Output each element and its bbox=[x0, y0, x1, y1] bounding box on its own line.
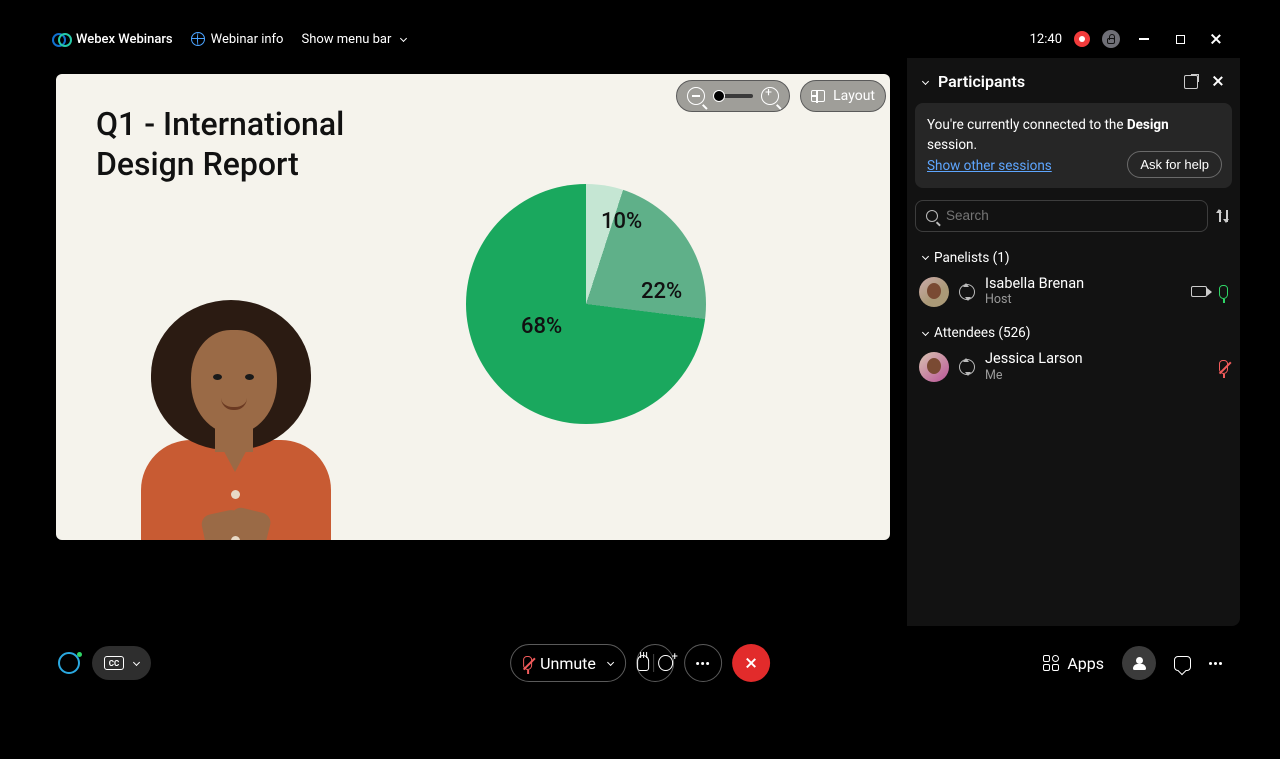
leave-meeting-button[interactable] bbox=[732, 644, 770, 682]
participant-name: Jessica Larson bbox=[985, 351, 1083, 368]
app-name: Webex Webinars bbox=[76, 32, 173, 47]
titlebar: Webex Webinars Webinar info Show menu ba… bbox=[40, 20, 1240, 58]
chevron-down-icon[interactable] bbox=[922, 78, 929, 85]
session-notice: You're currently connected to the Design… bbox=[915, 103, 1232, 188]
participant-role: Me bbox=[985, 368, 1083, 383]
unmute-label: Unmute bbox=[540, 654, 596, 673]
notice-session: Design bbox=[1127, 117, 1169, 133]
notice-suffix: session. bbox=[927, 137, 977, 153]
app-window: Webex Webinars Webinar info Show menu ba… bbox=[40, 20, 1240, 700]
window-minimize-button[interactable] bbox=[1132, 27, 1156, 51]
panelists-label: Panelists (1) bbox=[934, 250, 1010, 266]
apps-label: Apps bbox=[1067, 654, 1104, 673]
recording-indicator-icon[interactable] bbox=[1074, 31, 1090, 47]
zoom-slider[interactable] bbox=[713, 94, 753, 98]
raise-hand-button[interactable]: + bbox=[636, 644, 674, 682]
chevron-down-icon bbox=[400, 34, 407, 41]
mic-on-icon[interactable] bbox=[1219, 285, 1228, 299]
avatar bbox=[919, 277, 949, 307]
webinar-info-button[interactable]: Webinar info bbox=[191, 32, 284, 47]
panel-more-button[interactable] bbox=[1209, 662, 1222, 665]
layout-icon bbox=[811, 90, 825, 102]
layout-button[interactable]: Layout bbox=[800, 80, 886, 112]
zoom-in-icon[interactable] bbox=[761, 87, 779, 105]
participant-row[interactable]: Isabella Brenan Host bbox=[915, 270, 1232, 314]
search-input-wrapper[interactable] bbox=[915, 200, 1208, 232]
pie-label-0: 10% bbox=[601, 209, 642, 234]
participants-panel: Participants You're currently connected … bbox=[906, 58, 1240, 626]
sync-icon bbox=[959, 284, 975, 300]
pie-label-2: 68% bbox=[521, 314, 562, 339]
webinar-info-label: Webinar info bbox=[211, 32, 284, 47]
popout-icon[interactable] bbox=[1184, 75, 1198, 89]
sync-icon bbox=[959, 359, 975, 375]
window-maximize-button[interactable] bbox=[1168, 27, 1192, 51]
chevron-down-icon bbox=[133, 658, 140, 665]
close-icon bbox=[1210, 33, 1222, 45]
layout-label: Layout bbox=[833, 88, 875, 104]
attendees-group-header[interactable]: Attendees (526) bbox=[915, 321, 1232, 345]
participants-button[interactable] bbox=[1122, 646, 1156, 680]
chat-button[interactable] bbox=[1174, 656, 1191, 671]
participant-name: Isabella Brenan bbox=[985, 276, 1084, 293]
raise-hand-icon bbox=[637, 655, 650, 671]
mic-muted-icon[interactable] bbox=[1219, 360, 1228, 374]
slide-title-line2: Design Report bbox=[96, 144, 344, 184]
slide-title: Q1 - International Design Report bbox=[96, 104, 344, 184]
bottom-toolbar: CC Unmute + Apps bbox=[40, 626, 1240, 700]
webex-logo-icon bbox=[52, 33, 70, 45]
sort-button[interactable] bbox=[1216, 208, 1232, 224]
show-menu-bar-button[interactable]: Show menu bar bbox=[301, 32, 406, 47]
minimize-icon bbox=[1139, 38, 1149, 40]
more-options-button[interactable] bbox=[684, 644, 722, 682]
mic-muted-icon bbox=[523, 656, 532, 670]
stage: Layout Q1 - International Design Report bbox=[40, 58, 906, 626]
apps-button[interactable]: Apps bbox=[1043, 654, 1104, 673]
notice-prefix: You're currently connected to the bbox=[927, 117, 1127, 133]
chevron-down-icon bbox=[607, 658, 614, 665]
search-input[interactable] bbox=[946, 208, 1197, 223]
shared-slide: Q1 - International Design Report 10% bbox=[56, 74, 890, 540]
ask-for-help-button[interactable]: Ask for help bbox=[1127, 151, 1222, 178]
presenter-image bbox=[111, 290, 361, 540]
network-status-icon[interactable] bbox=[58, 652, 80, 674]
app-brand: Webex Webinars bbox=[52, 32, 173, 47]
chevron-down-icon bbox=[922, 329, 929, 336]
slide-title-line1: Q1 - International bbox=[96, 104, 344, 144]
panel-close-button[interactable] bbox=[1212, 75, 1224, 87]
panelists-group-header[interactable]: Panelists (1) bbox=[915, 246, 1232, 270]
apps-icon bbox=[1043, 655, 1059, 671]
unmute-button[interactable]: Unmute bbox=[510, 644, 626, 682]
globe-icon bbox=[191, 32, 205, 46]
zoom-control[interactable] bbox=[676, 80, 790, 112]
cc-icon: CC bbox=[104, 656, 124, 670]
show-other-sessions-link[interactable]: Show other sessions bbox=[927, 158, 1052, 174]
close-icon bbox=[745, 657, 757, 669]
show-menu-label: Show menu bar bbox=[301, 32, 391, 47]
captions-button[interactable]: CC bbox=[92, 646, 151, 680]
panel-title: Participants bbox=[938, 72, 1025, 91]
zoom-out-icon[interactable] bbox=[687, 87, 705, 105]
camera-icon[interactable] bbox=[1191, 286, 1207, 297]
more-icon bbox=[696, 662, 709, 665]
chevron-down-icon bbox=[922, 253, 929, 260]
window-close-button[interactable] bbox=[1204, 27, 1228, 51]
lock-indicator[interactable] bbox=[1102, 30, 1120, 48]
participants-icon bbox=[1133, 657, 1146, 670]
participant-row[interactable]: Jessica Larson Me bbox=[915, 345, 1232, 389]
search-icon bbox=[926, 210, 938, 222]
attendees-label: Attendees (526) bbox=[934, 325, 1030, 341]
reactions-icon: + bbox=[658, 655, 672, 671]
pie-chart: 10% 22% 68% bbox=[466, 184, 706, 424]
avatar bbox=[919, 352, 949, 382]
clock: 12:40 bbox=[1030, 32, 1062, 47]
pie-label-1: 22% bbox=[641, 279, 682, 304]
maximize-icon bbox=[1176, 35, 1185, 44]
lock-icon bbox=[1107, 38, 1115, 44]
participant-role: Host bbox=[985, 292, 1084, 307]
